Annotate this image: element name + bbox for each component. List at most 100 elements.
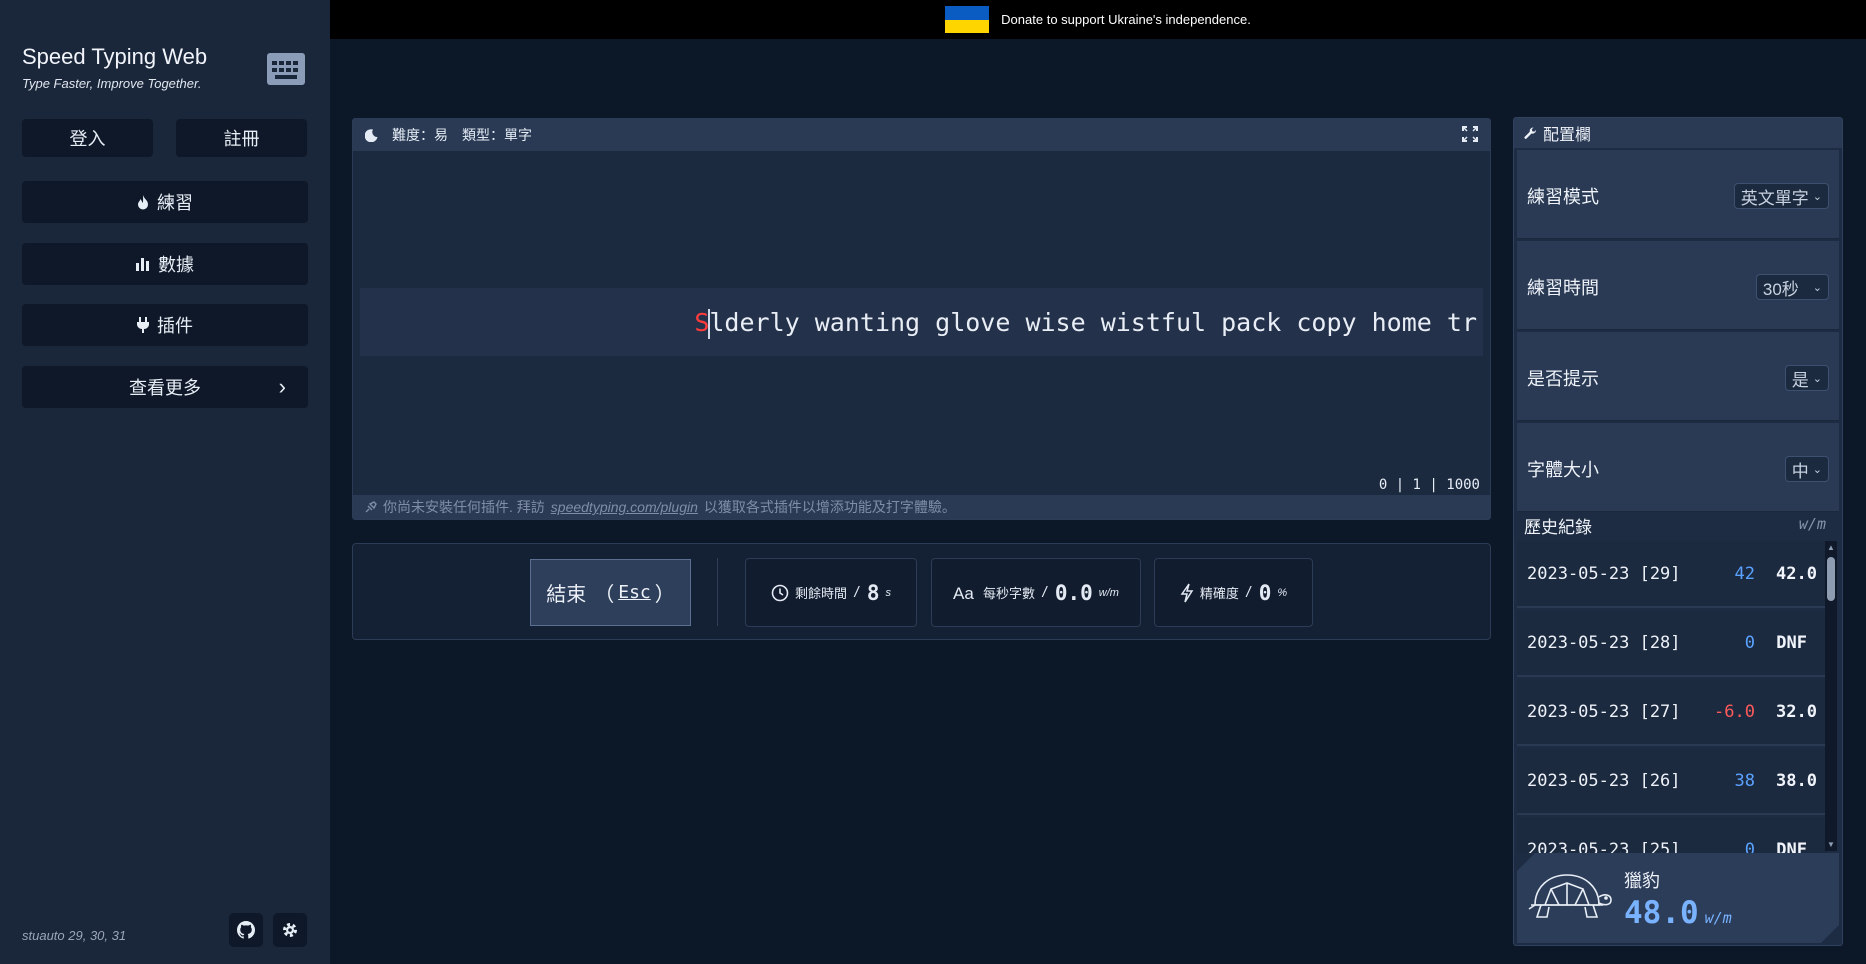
time-unit: s — [885, 586, 892, 599]
history-row[interactable]: 2023-05-23 [28] 0 DNF — [1517, 610, 1827, 677]
mode-select[interactable]: 英文單字 ⌄ — [1733, 183, 1829, 209]
scroll-thumb[interactable] — [1827, 557, 1835, 601]
chevron-down-icon: ⌄ — [1812, 372, 1822, 385]
sidebar: Speed Typing Web Type Faster, Improve To… — [0, 0, 330, 964]
login-button[interactable]: 登入 — [22, 119, 153, 157]
plugin-notice-suffix: 以獲取各式插件以增添功能及打字體驗。 — [703, 499, 956, 515]
plug-icon — [137, 317, 149, 333]
history-row[interactable]: 2023-05-23 [25] 0 DNF — [1517, 817, 1827, 853]
scroll-up-icon[interactable]: ▲ — [1827, 543, 1835, 552]
history-list[interactable]: 2023-05-23 [29] 42 42.0 2023-05-23 [28] … — [1517, 541, 1827, 853]
config-row-hint: 是否提示 是 ⌄ — [1517, 332, 1839, 421]
rank-card: 獵豹 48.0 w/m — [1517, 853, 1839, 943]
donate-banner[interactable]: Donate to support Ukraine's independence… — [330, 0, 1866, 39]
accuracy-stat: 精確度 / 0 % — [1154, 558, 1313, 627]
history-delta: -6.0 — [1714, 702, 1755, 722]
end-button[interactable]: 結束 （ Esc ） — [530, 559, 691, 626]
history-value: DNF — [1776, 840, 1807, 853]
history-row[interactable]: 2023-05-23 [26] 38 38.0 — [1517, 748, 1827, 815]
mode-label: 練習模式 — [1527, 187, 1599, 207]
moon-icon[interactable] — [365, 128, 378, 142]
history-scrollbar[interactable]: ▲ ▼ — [1825, 541, 1837, 851]
remaining-text: lderly wanting glove wise wistful pack c… — [709, 308, 1477, 337]
font-size-select[interactable]: 中 ⌄ — [1784, 456, 1829, 482]
history-value: 38.0 — [1776, 771, 1817, 791]
time-setting-label: 練習時間 — [1527, 278, 1599, 298]
lightning-icon — [1180, 583, 1194, 602]
close-paren: ） — [654, 584, 675, 606]
typing-text-area[interactable]: Slderly wanting glove wise wistful pack … — [360, 288, 1483, 356]
typing-text: Slderly wanting glove wise wistful pack … — [694, 308, 1477, 339]
flame-icon — [138, 194, 148, 209]
keyboard-icon[interactable] — [267, 53, 305, 85]
wpm-slash: / — [1041, 585, 1049, 600]
font-size-value: 中 — [1791, 461, 1809, 481]
current-char: S — [694, 308, 710, 337]
typing-panel-header: 難度：易 類型：單字 — [353, 119, 1490, 151]
clock-icon — [771, 584, 789, 601]
plugin-link[interactable]: speedtyping.com/plugin — [551, 499, 698, 515]
history-delta: 0 — [1744, 840, 1755, 853]
practice-button[interactable]: 練習 — [22, 181, 308, 223]
accuracy-label: 精確度 — [1199, 586, 1239, 601]
data-label: 數據 — [158, 255, 194, 275]
hint-value: 是 — [1791, 370, 1809, 390]
history-unit: w/m — [1798, 515, 1826, 533]
chevron-down-icon: ⌄ — [1812, 281, 1822, 294]
end-shortcut-key: Esc — [618, 582, 651, 603]
accuracy-unit: % — [1277, 586, 1288, 599]
brand-title: Speed Typing Web — [22, 44, 208, 69]
control-bar: 結束 （ Esc ） 剩餘時間 / 8 s Aa 每秒字數 / 0.0 w/m … — [352, 543, 1491, 640]
accuracy-value: 0 — [1258, 580, 1272, 605]
history-row[interactable]: 2023-05-23 [27] -6.0 32.0 — [1517, 679, 1827, 746]
history-date: 2023-05-23 [26] — [1527, 771, 1681, 791]
time-value: 8 — [866, 580, 880, 605]
config-panel: 配置欄 練習模式 英文單字 ⌄ 練習時間 30秒 ⌄ 是否提示 是 ⌄ 字體大小 中 ⌄… — [1513, 117, 1843, 946]
rank-value: 48.0 — [1624, 895, 1699, 931]
chevron-down-icon: ⌄ — [1812, 190, 1822, 203]
history-date: 2023-05-23 [25] — [1527, 840, 1681, 853]
open-paren: （ — [594, 584, 615, 606]
time-select[interactable]: 30秒 ⌄ — [1755, 274, 1829, 300]
config-header: 配置欄 — [1514, 118, 1842, 148]
data-button[interactable]: 數據 — [22, 243, 308, 285]
plugin-button[interactable]: 插件 — [22, 304, 308, 346]
github-icon — [237, 921, 255, 939]
banner-text: Donate to support Ukraine's independence… — [1001, 12, 1251, 27]
rank-score: 48.0 w/m — [1624, 895, 1732, 931]
plugin-label: 插件 — [157, 316, 193, 336]
word-counter: 0 | 1 | 1000 — [1378, 477, 1480, 493]
font-size-label: 字體大小 — [1527, 460, 1599, 480]
wrench-icon — [1524, 126, 1537, 139]
history-date: 2023-05-23 [27] — [1527, 702, 1681, 722]
register-button[interactable]: 註冊 — [176, 119, 307, 157]
typing-panel: 難度：易 類型：單字 Slderly wanting glove wise wi… — [352, 118, 1491, 520]
register-label: 註冊 — [223, 129, 260, 149]
config-row-time: 練習時間 30秒 ⌄ — [1517, 241, 1839, 330]
rank-unit: w/m — [1704, 909, 1732, 927]
time-remaining-stat: 剩餘時間 / 8 s — [745, 558, 917, 627]
scroll-down-icon[interactable]: ▼ — [1827, 840, 1835, 849]
config-title: 配置欄 — [1543, 127, 1592, 144]
time-label: 剩餘時間 — [795, 586, 848, 601]
mode-value: 英文單字 — [1740, 188, 1809, 208]
brand-subtitle: Type Faster, Improve Together. — [22, 76, 202, 91]
wpm-value: 0.0 — [1054, 580, 1093, 605]
history-value: 32.0 — [1776, 702, 1817, 722]
more-button[interactable]: 查看更多 › — [22, 366, 308, 408]
end-label: 結束 — [546, 584, 587, 606]
history-row[interactable]: 2023-05-23 [29] 42 42.0 — [1517, 541, 1827, 608]
wpm-stat: Aa 每秒字數 / 0.0 w/m — [931, 558, 1141, 627]
control-divider — [717, 558, 718, 626]
fullscreen-icon[interactable] — [1462, 126, 1478, 145]
turtle-icon — [1527, 867, 1613, 927]
settings-button[interactable] — [273, 913, 307, 947]
chevron-right-icon: › — [278, 374, 286, 399]
hint-select[interactable]: 是 ⌄ — [1784, 365, 1829, 391]
gear-icon — [283, 923, 297, 937]
difficulty-label: 難度：易 — [392, 127, 448, 143]
history-delta: 0 — [1744, 633, 1755, 653]
history-delta: 38 — [1734, 771, 1755, 791]
github-button[interactable] — [229, 913, 263, 947]
practice-label: 練習 — [157, 193, 193, 213]
